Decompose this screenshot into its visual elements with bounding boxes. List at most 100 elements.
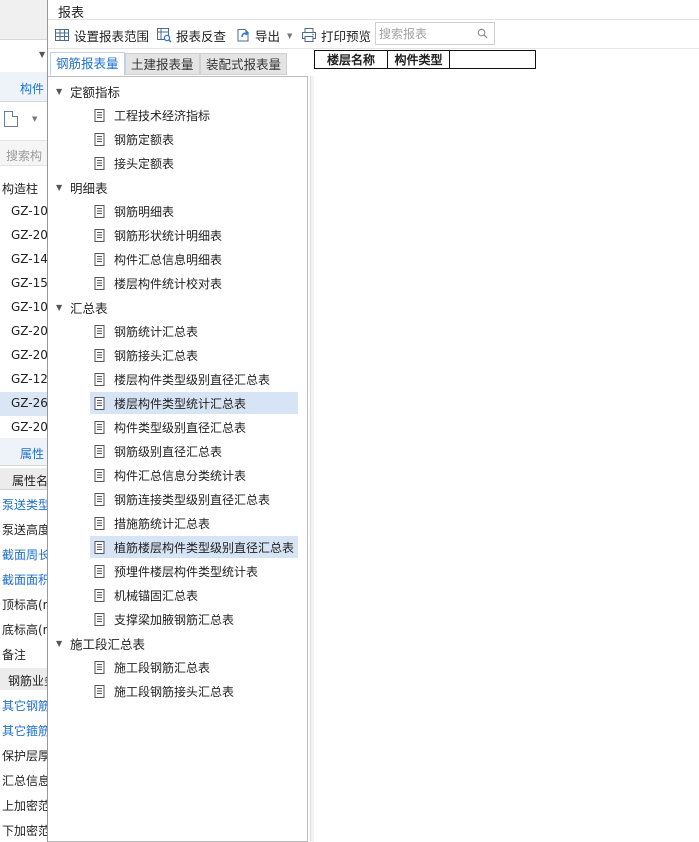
tree-item[interactable]: 钢筋级别直径汇总表 [90, 440, 298, 462]
property-label[interactable]: 其它箍筋 [2, 722, 47, 739]
report-search-input[interactable] [376, 23, 476, 44]
chevron-down-icon[interactable]: ▼ [39, 50, 45, 59]
component-list-item-label: GZ-20 [11, 420, 48, 434]
component-list-item[interactable]: GZ-10 [0, 200, 48, 224]
component-list-item[interactable]: GZ-20 [0, 416, 48, 440]
export-dropdown-icon[interactable]: ▼ [287, 32, 292, 40]
column-header-empty [449, 50, 536, 69]
report-search-box[interactable] [375, 22, 495, 45]
report-tabs: 钢筋报表量 土建报表量 装配式报表量 [48, 50, 310, 76]
printer-icon [302, 28, 316, 42]
tree-item[interactable]: 楼层构件统计校对表 [90, 272, 298, 294]
tab-prefab-report[interactable]: 装配式报表量 [200, 53, 288, 75]
report-reverse-check-button[interactable]: 报表反查 [156, 25, 226, 45]
chevron-down-icon[interactable]: ▼ [56, 87, 70, 96]
tab-components[interactable]: 构件 [20, 80, 44, 97]
tree-group[interactable]: ▼ 汇总表 [56, 296, 108, 318]
tree-item-label: 构件汇总信息明细表 [114, 252, 223, 267]
report-dialog: 报表 设置报表范围 报表反查 导出 ▼ 打印预览 搜索报表 钢筋报表量 土建报表… [47, 0, 699, 842]
component-list-item[interactable]: GZ-20 [0, 344, 48, 368]
report-table: 楼层名称 构件类型 [314, 50, 536, 69]
tree-item[interactable]: 施工段钢筋汇总表 [90, 656, 298, 678]
tree-item[interactable]: 施工段钢筋接头汇总表 [90, 680, 298, 702]
component-list-item[interactable]: GZ-26 [0, 392, 47, 416]
tree-item[interactable]: 支撑梁加腋钢筋汇总表 [90, 608, 298, 630]
tree-item-label: 植筋楼层构件类型级别直径汇总表 [114, 540, 295, 555]
report-document-icon [94, 396, 105, 410]
property-label[interactable]: 截面面积 [2, 571, 47, 588]
report-document-icon [94, 540, 105, 554]
tree-item-label: 钢筋定额表 [114, 132, 175, 147]
search-icon[interactable] [477, 28, 488, 39]
tree-item[interactable]: 措施筋统计汇总表 [90, 512, 298, 534]
tree-item[interactable]: 钢筋接头汇总表 [90, 344, 298, 366]
tree-group[interactable]: ▼ 施工段汇总表 [56, 632, 145, 654]
chevron-down-icon[interactable]: ▼ [56, 303, 70, 312]
chevron-down-icon[interactable]: ▼ [56, 183, 70, 192]
tree-item-label: 施工段钢筋接头汇总表 [114, 684, 235, 699]
tree-group[interactable]: ▼ 明细表 [56, 176, 108, 198]
tree-item[interactable]: 机械锚固汇总表 [90, 584, 298, 606]
report-document-icon [94, 252, 105, 266]
tree-item[interactable]: 植筋楼层构件类型级别直径汇总表 [90, 536, 298, 558]
component-list-item[interactable]: GZ-15 [0, 272, 48, 296]
tree-group[interactable]: ▼ 定额指标 [56, 80, 120, 102]
rebar-section-label: 钢筋业务 [8, 674, 47, 688]
print-preview-button[interactable]: 打印预览 [301, 25, 371, 45]
tree-item[interactable]: 钢筋形状统计明细表 [90, 224, 298, 246]
tree-item[interactable]: 楼层构件类型级别直径汇总表 [90, 368, 298, 390]
tree-item-label: 施工段钢筋汇总表 [114, 660, 211, 675]
tab-properties[interactable]: 属性 [0, 438, 47, 466]
tree-item[interactable]: 构件汇总信息明细表 [90, 248, 298, 270]
background-tab-row: 构件 [0, 72, 47, 102]
component-list-item-label: GZ-20 [11, 348, 48, 362]
chevron-down-icon[interactable]: ▼ [32, 115, 37, 123]
tree-item[interactable]: 构件类型级别直径汇总表 [90, 416, 298, 438]
tree-item[interactable]: 构件汇总信息分类统计表 [90, 464, 298, 486]
component-list-item-label: GZ-14 [11, 252, 48, 266]
tree-item-label: 措施筋统计汇总表 [114, 516, 211, 531]
tab-civil-report[interactable]: 土建报表量 [125, 53, 200, 75]
dialog-title: 报表 [58, 6, 85, 21]
component-type-label[interactable]: 构造柱 [2, 180, 38, 197]
report-preview: 楼层名称 构件类型 [314, 50, 699, 842]
tab-rebar-report[interactable]: 钢筋报表量 [50, 52, 125, 76]
table-header-row: 楼层名称 构件类型 [314, 50, 536, 69]
tree-item-label: 楼层构件类型统计汇总表 [114, 396, 247, 411]
tree-item[interactable]: 工程技术经济指标 [90, 104, 298, 126]
new-document-icon[interactable] [4, 111, 18, 127]
property-label: 保护层厚 [2, 749, 48, 763]
component-list-item-label: GZ-15 [11, 276, 48, 290]
tree-item[interactable]: 钢筋明细表 [90, 200, 298, 222]
property-label[interactable]: 其它钢筋 [2, 697, 47, 714]
report-document-icon [94, 588, 105, 602]
property-label[interactable]: 截面周长 [2, 546, 47, 563]
search-placeholder: 搜索构 [6, 149, 43, 163]
tree-item[interactable]: 钢筋定额表 [90, 128, 298, 150]
component-list-item-label: GZ-10 [11, 204, 48, 218]
rebar-section-header[interactable]: 钢筋业务 [0, 668, 47, 690]
set-report-range-button[interactable]: 设置报表范围 [54, 25, 149, 45]
property-label[interactable]: 泵送类型 [2, 496, 47, 513]
property-label: 上加密范 [2, 799, 48, 813]
component-search-input[interactable]: 搜索构 [0, 140, 47, 166]
tab-properties-label: 属性 [20, 447, 45, 461]
chevron-down-icon[interactable]: ▼ [56, 639, 70, 648]
tree-item[interactable]: 楼层构件类型统计汇总表 [90, 392, 298, 414]
component-list-item[interactable]: GZ-20 [0, 320, 47, 344]
component-list-item[interactable]: GZ-12 [0, 368, 47, 392]
tree-item[interactable]: 预埋件楼层构件类型统计表 [90, 560, 298, 582]
tree-item-label: 钢筋连接类型级别直径汇总表 [114, 492, 271, 507]
tree-item[interactable]: 钢筋连接类型级别直径汇总表 [90, 488, 298, 510]
report-document-icon [94, 324, 105, 338]
tree-item[interactable]: 接头定额表 [90, 152, 298, 174]
report-document-icon [94, 516, 105, 530]
export-button[interactable]: 导出 [235, 25, 280, 45]
component-list-item-label: GZ-10 [11, 300, 48, 314]
tree-item[interactable]: 钢筋统计汇总表 [90, 320, 298, 342]
component-list-item[interactable]: GZ-10 [0, 296, 48, 320]
component-list-item[interactable]: GZ-14 [0, 248, 48, 272]
component-list-item[interactable]: GZ-20 [0, 224, 47, 248]
report-reverse-check-label: 报表反查 [176, 28, 227, 44]
print-preview-label: 打印预览 [321, 28, 372, 44]
